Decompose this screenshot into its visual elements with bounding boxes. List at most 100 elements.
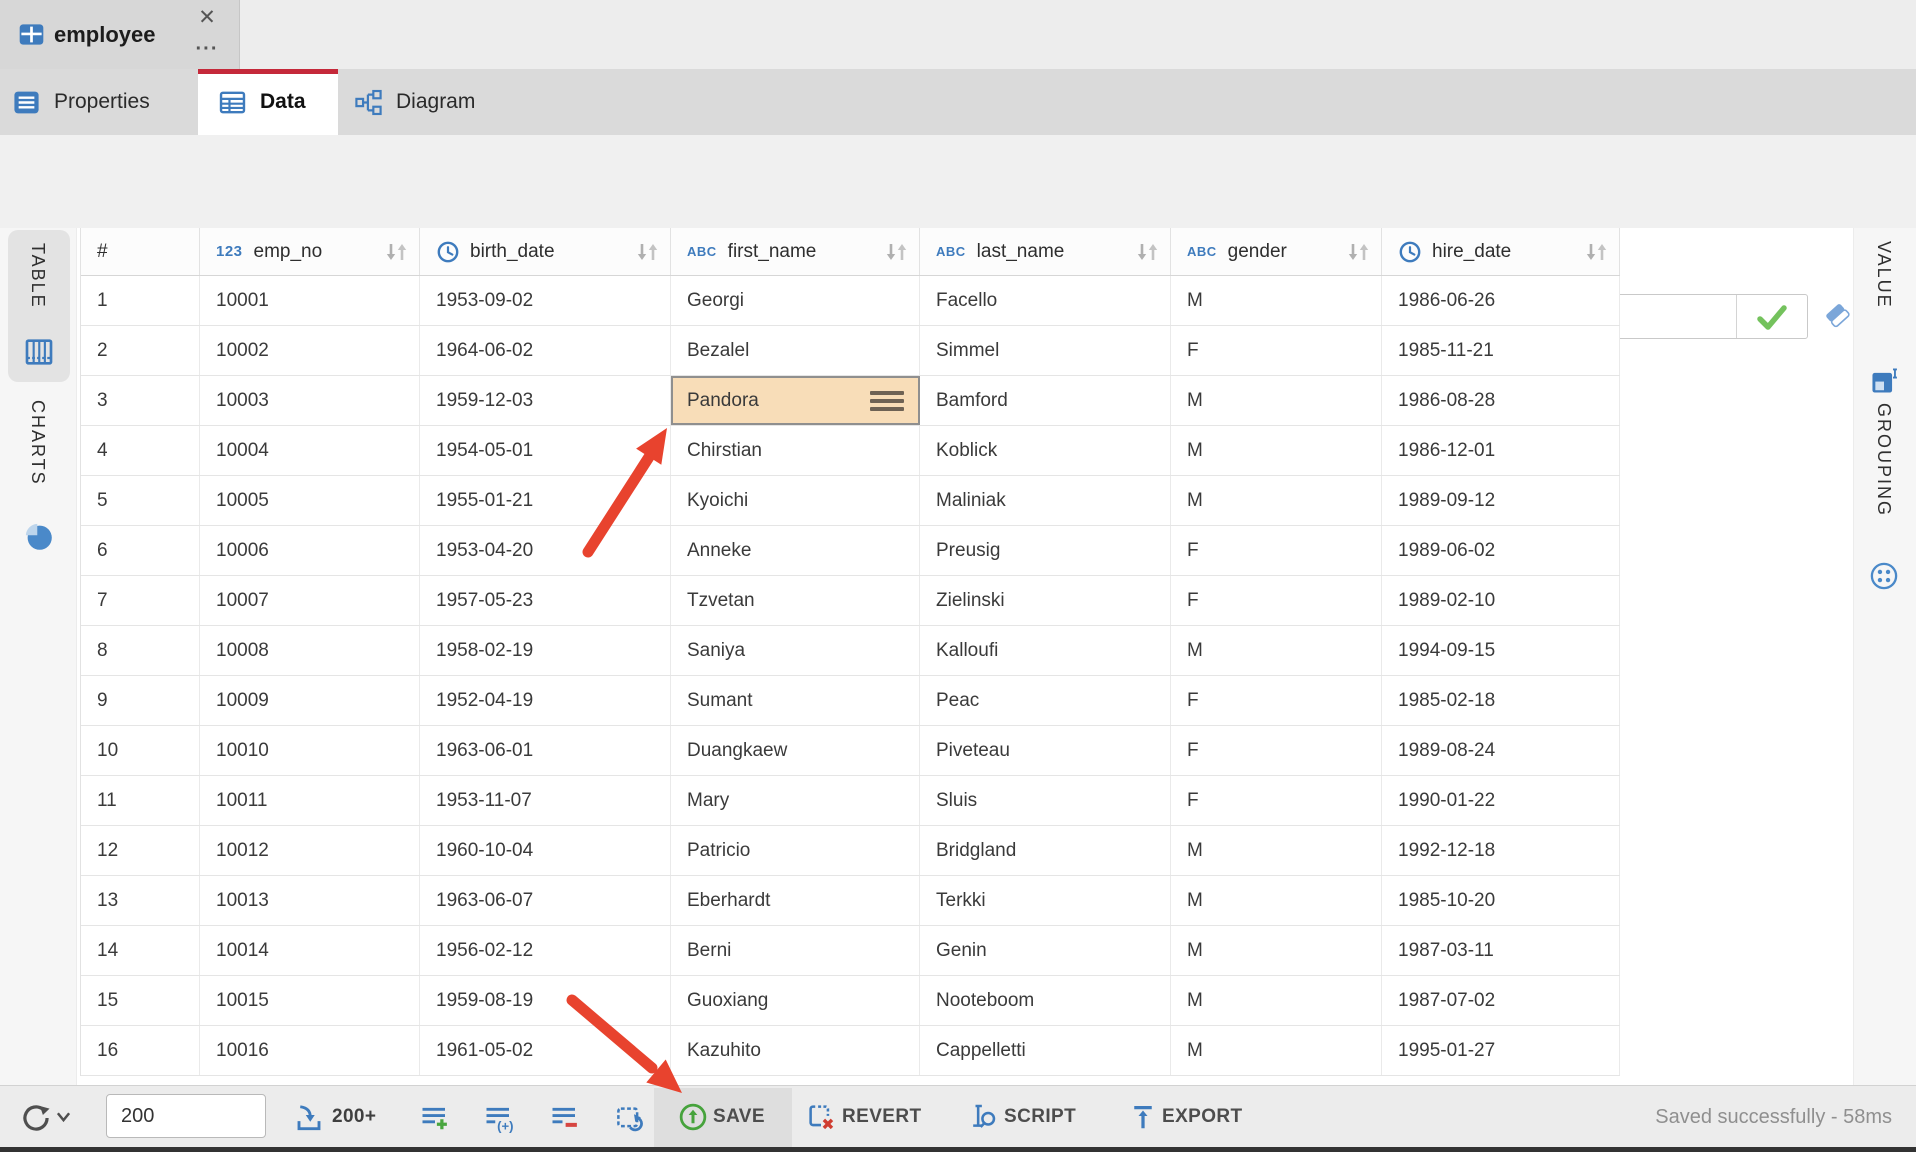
- grid-cell[interactable]: 10007: [200, 576, 420, 625]
- grid-cell[interactable]: 10013: [200, 876, 420, 925]
- grid-cell[interactable]: 1989-09-12: [1382, 476, 1620, 525]
- grid-cell[interactable]: M: [1171, 276, 1382, 325]
- row-number-cell[interactable]: 15: [81, 976, 200, 1025]
- grid-cell[interactable]: 1961-05-02: [420, 1026, 671, 1075]
- grid-cell[interactable]: Chirstian: [671, 426, 920, 475]
- grid-cell[interactable]: 1990-01-22: [1382, 776, 1620, 825]
- column-header-hire_date[interactable]: hire_date: [1382, 228, 1620, 275]
- grid-cell[interactable]: 1953-04-20: [420, 526, 671, 575]
- refresh-icon[interactable]: [20, 1102, 52, 1134]
- grid-cell[interactable]: M: [1171, 376, 1382, 425]
- grid-cell[interactable]: 10014: [200, 926, 420, 975]
- grid-cell[interactable]: Peac: [920, 676, 1171, 725]
- row-number-cell[interactable]: 9: [81, 676, 200, 725]
- grid-cell[interactable]: 1952-04-19: [420, 676, 671, 725]
- row-number-cell[interactable]: 12: [81, 826, 200, 875]
- fetch-more-icon[interactable]: [294, 1103, 324, 1133]
- grid-cell[interactable]: 1956-02-12: [420, 926, 671, 975]
- grid-cell[interactable]: 1987-03-11: [1382, 926, 1620, 975]
- grid-cell[interactable]: Patricio: [671, 826, 920, 875]
- grid-cell[interactable]: Terkki: [920, 876, 1171, 925]
- row-number-cell[interactable]: 5: [81, 476, 200, 525]
- row-number-cell[interactable]: 10: [81, 726, 200, 775]
- grid-cell[interactable]: 10005: [200, 476, 420, 525]
- save-button[interactable]: SAVE: [713, 1086, 765, 1148]
- rail-tab-table-label[interactable]: TABLE: [27, 243, 48, 309]
- grid-cell[interactable]: Piveteau: [920, 726, 1171, 775]
- grid-cell[interactable]: 1985-02-18: [1382, 676, 1620, 725]
- row-number-cell[interactable]: 4: [81, 426, 200, 475]
- grid-cell[interactable]: 10001: [200, 276, 420, 325]
- row-number-cell[interactable]: 11: [81, 776, 200, 825]
- grid-cell[interactable]: Facello: [920, 276, 1171, 325]
- grid-cell[interactable]: F: [1171, 676, 1382, 725]
- grid-cell[interactable]: 10015: [200, 976, 420, 1025]
- delete-row-icon[interactable]: [550, 1103, 580, 1133]
- grid-cell[interactable]: Berni: [671, 926, 920, 975]
- add-row-icon[interactable]: [420, 1103, 450, 1133]
- grid-cell[interactable]: M: [1171, 926, 1382, 975]
- grid-cell[interactable]: Tzvetan: [671, 576, 920, 625]
- grid-cell[interactable]: F: [1171, 326, 1382, 375]
- grid-cell[interactable]: Cappelletti: [920, 1026, 1171, 1075]
- grid-cell[interactable]: 1960-10-04: [420, 826, 671, 875]
- grid-cell[interactable]: F: [1171, 776, 1382, 825]
- grid-cell[interactable]: 1953-11-07: [420, 776, 671, 825]
- grid-cell[interactable]: 1986-12-01: [1382, 426, 1620, 475]
- grid-cell[interactable]: Preusig: [920, 526, 1171, 575]
- revert-icon[interactable]: [806, 1102, 836, 1132]
- row-number-cell[interactable]: 1: [81, 276, 200, 325]
- grid-cell[interactable]: Bezalel: [671, 326, 920, 375]
- grid-cell[interactable]: Sumant: [671, 676, 920, 725]
- value-panel-icon[interactable]: [1869, 366, 1899, 396]
- row-number-cell[interactable]: 3: [81, 376, 200, 425]
- rail-tab-value-label[interactable]: VALUE: [1873, 241, 1894, 309]
- eraser-icon[interactable]: [1822, 300, 1854, 332]
- grid-cell[interactable]: Simmel: [920, 326, 1171, 375]
- sort-icon[interactable]: [883, 240, 911, 264]
- row-number-cell[interactable]: 13: [81, 876, 200, 925]
- row-number-cell[interactable]: 16: [81, 1026, 200, 1075]
- sort-icon[interactable]: [1134, 240, 1162, 264]
- grid-cell[interactable]: 1955-01-21: [420, 476, 671, 525]
- grid-cell[interactable]: 1986-06-26: [1382, 276, 1620, 325]
- row-number-cell[interactable]: 7: [81, 576, 200, 625]
- grid-cell[interactable]: 1957-05-23: [420, 576, 671, 625]
- grid-cell[interactable]: 1954-05-01: [420, 426, 671, 475]
- grid-cell[interactable]: F: [1171, 726, 1382, 775]
- grid-cell[interactable]: 1992-12-18: [1382, 826, 1620, 875]
- grid-cell[interactable]: 10004: [200, 426, 420, 475]
- row-number-cell[interactable]: 6: [81, 526, 200, 575]
- pie-chart-icon[interactable]: [24, 522, 53, 551]
- row-number-cell[interactable]: 14: [81, 926, 200, 975]
- save-icon[interactable]: [678, 1102, 708, 1132]
- grid-cell[interactable]: 10006: [200, 526, 420, 575]
- grid-cell[interactable]: Nooteboom: [920, 976, 1171, 1025]
- row-number-cell[interactable]: 8: [81, 626, 200, 675]
- grid-cell[interactable]: 1986-08-28: [1382, 376, 1620, 425]
- grid-cell[interactable]: 1959-08-19: [420, 976, 671, 1025]
- grid-cell[interactable]: 1995-01-27: [1382, 1026, 1620, 1075]
- grid-cell[interactable]: Zielinski: [920, 576, 1171, 625]
- column-header-rownum[interactable]: #: [81, 228, 200, 275]
- tab-diagram[interactable]: Diagram: [338, 69, 530, 135]
- table-view-icon[interactable]: [23, 336, 55, 368]
- grid-cell[interactable]: 10011: [200, 776, 420, 825]
- grid-cell[interactable]: M: [1171, 476, 1382, 525]
- grid-cell[interactable]: Kazuhito: [671, 1026, 920, 1075]
- grid-cell[interactable]: 10002: [200, 326, 420, 375]
- apply-filter-button[interactable]: [1736, 295, 1807, 338]
- grid-cell[interactable]: 1963-06-07: [420, 876, 671, 925]
- grid-cell[interactable]: M: [1171, 626, 1382, 675]
- grid-cell[interactable]: M: [1171, 876, 1382, 925]
- column-header-emp_no[interactable]: 123emp_no: [200, 228, 420, 275]
- grid-cell[interactable]: 1994-09-15: [1382, 626, 1620, 675]
- fetch-more-label[interactable]: 200+: [332, 1086, 376, 1148]
- grid-cell[interactable]: Mary: [671, 776, 920, 825]
- grid-cell[interactable]: 1989-02-10: [1382, 576, 1620, 625]
- grid-cell[interactable]: Genin: [920, 926, 1171, 975]
- column-header-birth_date[interactable]: birth_date: [420, 228, 671, 275]
- column-header-gender[interactable]: ABCgender: [1171, 228, 1382, 275]
- doc-tab-employee[interactable]: employee ✕ ···: [0, 0, 240, 69]
- grid-cell[interactable]: Anneke: [671, 526, 920, 575]
